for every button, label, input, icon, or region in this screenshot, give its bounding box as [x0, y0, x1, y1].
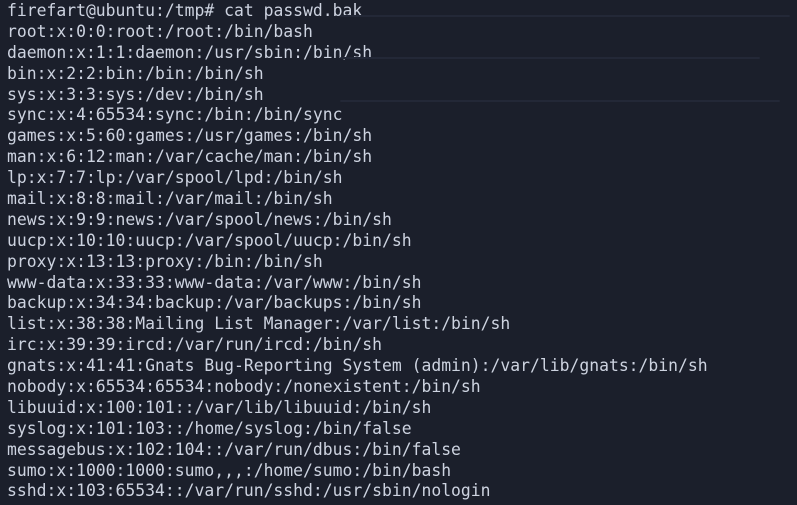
shell-prompt: firefart@ubuntu:/tmp# — [7, 1, 215, 20]
output-line: proxy:x:13:13:proxy:/bin:/bin/sh — [7, 251, 323, 271]
output-line: sys:x:3:3:sys:/dev:/bin/sh — [7, 84, 264, 104]
output-line: uucp:x:10:10:uucp:/var/spool/uucp:/bin/s… — [7, 230, 412, 250]
background-artifact — [340, 100, 780, 102]
output-line: bin:x:2:2:bin:/bin:/bin/sh — [7, 63, 264, 83]
output-line: games:x:5:60:games:/usr/games:/bin/sh — [7, 126, 373, 146]
output-line: gnats:x:41:41:Gnats Bug-Reporting System… — [7, 356, 708, 376]
output-line: news:x:9:9:news:/var/spool/news:/bin/sh — [7, 209, 392, 229]
output-line: syslog:x:101:103::/home/syslog:/bin/fals… — [7, 418, 412, 438]
output-line: irc:x:39:39:ircd:/var/run/ircd:/bin/sh — [7, 335, 382, 355]
command-output: root:x:0:0:root:/root:/bin/bash daemon:x:… — [7, 22, 797, 502]
output-line: root:x:0:0:root:/root:/bin/bash — [7, 21, 313, 41]
output-line: daemon:x:1:1:daemon:/usr/sbin:/bin/sh — [7, 42, 373, 62]
output-line: man:x:6:12:man:/var/cache/man:/bin/sh — [7, 147, 373, 167]
output-line: messagebus:x:102:104::/var/run/dbus:/bin… — [7, 439, 461, 459]
typed-command: cat passwd.bak — [224, 1, 363, 20]
output-line: sumo:x:1000:1000:sumo,,,:/home/sumo:/bin… — [7, 460, 452, 480]
output-line: sshd:x:103:65534::/var/run/sshd:/usr/sbi… — [7, 481, 491, 501]
output-line: lp:x:7:7:lp:/var/spool/lpd:/bin/sh — [7, 168, 343, 188]
background-artifact — [340, 15, 790, 17]
background-artifact — [340, 57, 760, 59]
output-line: nobody:x:65534:65534:nobody:/nonexistent… — [7, 377, 481, 397]
terminal-window[interactable]: firefart@ubuntu:/tmp# cat passwd.bak roo… — [0, 0, 797, 505]
output-line: mail:x:8:8:mail:/var/mail:/bin/sh — [7, 189, 333, 209]
output-line: sync:x:4:65534:sync:/bin:/bin/sync — [7, 105, 343, 125]
output-line: www-data:x:33:33:www-data:/var/www:/bin/… — [7, 272, 422, 292]
command-line: firefart@ubuntu:/tmp# cat passwd.bak — [7, 1, 797, 22]
output-line: libuuid:x:100:101::/var/lib/libuuid:/bin… — [7, 397, 432, 417]
output-line: list:x:38:38:Mailing List Manager:/var/l… — [7, 314, 511, 334]
output-line: backup:x:34:34:backup:/var/backups:/bin/… — [7, 293, 422, 313]
